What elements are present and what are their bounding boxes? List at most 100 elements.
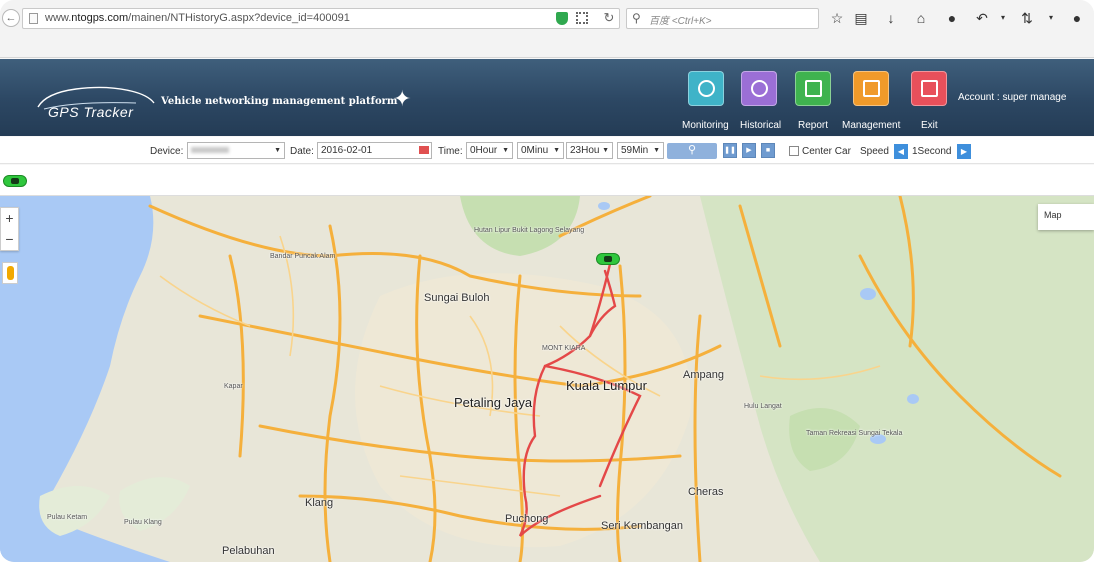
- place-label: Selayang: [555, 227, 585, 234]
- search-button[interactable]: ⚲: [667, 143, 717, 159]
- place-label: Klang: [305, 497, 334, 509]
- monitoring-label[interactable]: Monitoring: [682, 120, 729, 131]
- place-label: Puchong: [505, 513, 549, 525]
- shield-icon[interactable]: [556, 12, 568, 25]
- historical-icon: [751, 80, 768, 97]
- reload-icon[interactable]: ↻: [601, 10, 617, 26]
- url-prefix: www.: [45, 12, 72, 24]
- center-car-label: Center Car: [802, 146, 851, 157]
- address-bar[interactable]: www.ntogps.com/mainen/NTHistoryG.aspx?de…: [22, 8, 620, 29]
- chevron-down-icon: ▼: [502, 147, 509, 154]
- island-ketam: [39, 486, 110, 536]
- management-button[interactable]: [853, 71, 889, 106]
- place-label: Pulau Klang: [124, 519, 162, 526]
- search-bar[interactable]: ⚲ 百度 <Ctrl+K>: [626, 8, 819, 29]
- comment-icon[interactable]: ●: [1068, 9, 1086, 27]
- lake-3: [907, 394, 919, 404]
- management-label[interactable]: Management: [842, 120, 900, 131]
- to-hour-select[interactable]: 23Hou ▼: [566, 142, 613, 159]
- home-icon[interactable]: ⌂: [912, 9, 930, 27]
- vehicle-marker-icon[interactable]: [596, 253, 620, 265]
- center-car-checkbox[interactable]: [789, 146, 799, 156]
- browser-toolbar: ← www.ntogps.com/mainen/NTHistoryG.aspx?…: [0, 0, 1094, 58]
- date-input[interactable]: 2016-02-01: [317, 142, 432, 159]
- download-icon[interactable]: ↓: [882, 9, 900, 27]
- management-icon: [863, 80, 880, 97]
- device-label: Device:: [150, 146, 184, 157]
- play-icon: ▶: [746, 147, 752, 154]
- chat-icon[interactable]: ●: [943, 9, 961, 27]
- platform-title: Vehicle networking management platform: [161, 96, 398, 107]
- monitoring-icon: [698, 80, 715, 97]
- back-icon[interactable]: ←: [2, 9, 20, 27]
- chevron-right-icon: ▶: [960, 147, 968, 156]
- map-type-label: Map: [1044, 210, 1062, 220]
- page-icon: [29, 13, 38, 24]
- chevron-down-icon: ▼: [553, 147, 560, 154]
- lake-1: [598, 202, 610, 210]
- map-type-button[interactable]: Map: [1038, 204, 1094, 230]
- calendar-icon[interactable]: [419, 146, 429, 154]
- place-label: Sungai Buloh: [424, 292, 490, 304]
- place-label: Cheras: [688, 486, 724, 498]
- place-label: Taman Rekreasi Sungai Tekala: [806, 430, 903, 437]
- play-button[interactable]: ▶: [742, 143, 756, 158]
- pause-button[interactable]: ❚❚: [723, 143, 737, 158]
- from-hour-select[interactable]: 0Hour ▼: [466, 142, 513, 159]
- place-label: MONT KIARA: [542, 345, 586, 352]
- url-path: /mainen/NTHistoryG.aspx?device_id=400091: [128, 12, 350, 24]
- street-view-button[interactable]: [2, 262, 18, 284]
- time-label: Time:: [438, 146, 463, 157]
- from-hour-value: 0Hour: [470, 145, 498, 156]
- exit-icon: [921, 80, 938, 97]
- map-graphics: [0, 196, 1094, 562]
- date-label: Date:: [290, 146, 314, 157]
- url-text: www.ntogps.com/mainen/NTHistoryG.aspx?de…: [45, 12, 350, 24]
- sync-dropdown-icon[interactable]: ▾: [1042, 9, 1060, 27]
- star-icon[interactable]: ☆: [828, 9, 846, 27]
- stop-button[interactable]: ■: [761, 143, 775, 158]
- place-label: Kuala Lumpur: [566, 378, 647, 393]
- zoom-in-button[interactable]: +: [1, 208, 18, 229]
- place-label: Hutan Lipur Bukit Lagong: [474, 227, 553, 234]
- zoom-out-button[interactable]: −: [1, 229, 18, 250]
- vehicle-icon[interactable]: [3, 175, 27, 187]
- reading-list-icon[interactable]: ▤: [852, 9, 870, 27]
- to-hour-value: 23Hou: [570, 145, 600, 156]
- exit-label[interactable]: Exit: [921, 120, 938, 131]
- chevron-down-icon: ▼: [274, 147, 281, 154]
- from-minute-select[interactable]: 0Minu ▼: [517, 142, 564, 159]
- forest-bukit-lagong: [460, 196, 580, 256]
- monitoring-button[interactable]: [688, 71, 724, 106]
- to-minute-select[interactable]: 59Min ▼: [617, 142, 664, 159]
- from-minute-value: 0Minu: [521, 145, 549, 156]
- place-label: Kapar: [224, 383, 243, 390]
- speed-increase-button[interactable]: ▶: [957, 144, 971, 159]
- historical-button[interactable]: [741, 71, 777, 106]
- forest-east: [700, 196, 1094, 562]
- app-header: GPS Tracker Vehicle networking managemen…: [0, 59, 1094, 136]
- speed-decrease-button[interactable]: ◀: [894, 144, 908, 159]
- date-value: 2016-02-01: [321, 145, 373, 156]
- app-window: ← www.ntogps.com/mainen/NTHistoryG.aspx?…: [0, 0, 1094, 562]
- place-label: Bandar Puncak Alam: [270, 253, 336, 260]
- report-icon: [805, 80, 822, 97]
- speed-value: 1Second: [912, 146, 952, 157]
- to-minute-value: 59Min: [621, 145, 649, 156]
- place-label: Pelabuhan: [222, 545, 275, 557]
- historical-label[interactable]: Historical: [740, 120, 781, 131]
- url-domain: ntogps.com: [71, 12, 129, 24]
- device-select[interactable]: ▼: [187, 142, 285, 159]
- undo-dropdown-icon[interactable]: ▾: [994, 9, 1012, 27]
- sync-icon[interactable]: ⇅: [1018, 9, 1036, 27]
- exit-button[interactable]: [911, 71, 947, 106]
- chevron-down-icon: ▼: [653, 147, 660, 154]
- report-button[interactable]: [795, 71, 831, 106]
- vehicle-strip: [0, 165, 1094, 196]
- map-canvas[interactable]: Bandar Puncak Alam Sungai Buloh Hutan Li…: [0, 196, 1094, 562]
- place-label: Petaling Jaya: [454, 395, 533, 410]
- search-placeholder: 百度 <Ctrl+K>: [649, 16, 712, 27]
- qr-icon[interactable]: [576, 12, 588, 24]
- report-label[interactable]: Report: [798, 120, 828, 131]
- undo-icon[interactable]: ↶: [973, 9, 991, 27]
